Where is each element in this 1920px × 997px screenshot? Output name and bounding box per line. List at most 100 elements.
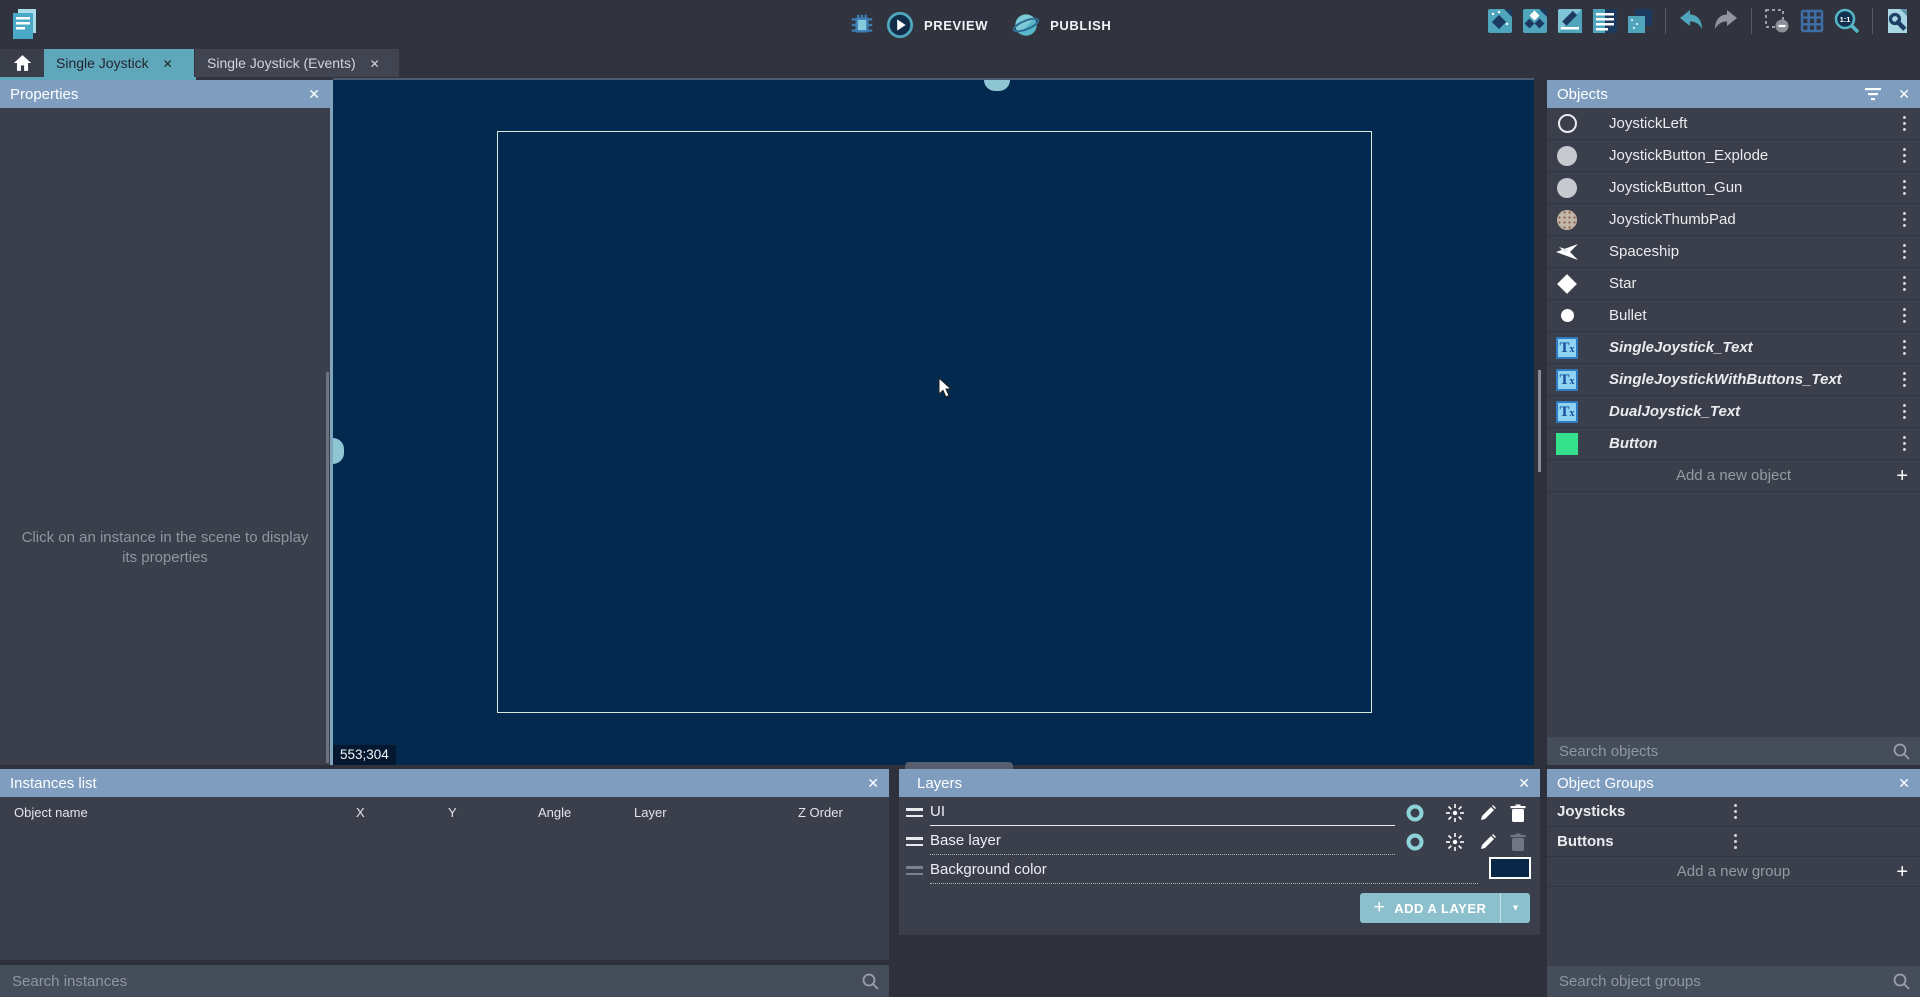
search-instances-input[interactable] — [0, 973, 862, 990]
drag-handle-icon[interactable] — [906, 837, 923, 846]
filter-icon[interactable] — [1864, 87, 1882, 101]
add-object-button[interactable]: Add a new object — [1547, 460, 1920, 492]
zoom-one-to-one-icon[interactable]: 1:1 — [1833, 7, 1861, 35]
background-color-swatch[interactable] — [1489, 857, 1531, 879]
publish-button[interactable]: PUBLISH — [1050, 18, 1111, 33]
object-menu-icon[interactable] — [1899, 176, 1910, 199]
properties-panel-body: Click on an instance in the scene to dis… — [0, 108, 330, 765]
open-layers-panel-icon[interactable] — [1626, 7, 1654, 35]
background-color-label: Background color — [930, 861, 1047, 878]
undo-icon[interactable] — [1677, 7, 1705, 35]
layer-edit-icon[interactable] — [1477, 802, 1499, 824]
layer-delete-icon[interactable] — [1507, 831, 1529, 853]
object-menu-icon[interactable] — [1899, 112, 1910, 135]
toolbar-separator — [1665, 8, 1666, 34]
layer-visibility-icon[interactable] — [1404, 831, 1426, 853]
left-panel-divider[interactable] — [330, 80, 333, 765]
object-groups-list: Joysticks Buttons Add a new group — [1547, 797, 1920, 966]
column-header: Y — [448, 805, 457, 820]
object-row[interactable]: Button — [1547, 428, 1920, 460]
project-manager-icon[interactable] — [10, 7, 40, 46]
object-menu-icon[interactable] — [1899, 336, 1910, 359]
group-row[interactable]: Joysticks — [1547, 797, 1920, 827]
group-menu-icon[interactable] — [1730, 830, 1911, 853]
object-menu-icon[interactable] — [1899, 304, 1910, 327]
object-menu-icon[interactable] — [1899, 432, 1910, 455]
object-row[interactable]: JoystickButton_Gun — [1547, 172, 1920, 204]
open-objects-panel-icon[interactable] — [1486, 7, 1514, 35]
object-row[interactable]: SingleJoystick_Text — [1547, 332, 1920, 364]
object-row[interactable]: JoystickLeft — [1547, 108, 1920, 140]
home-tab[interactable] — [0, 49, 44, 77]
small-circle-icon — [1555, 304, 1579, 328]
object-menu-icon[interactable] — [1899, 208, 1910, 231]
object-row[interactable]: JoystickButton_Explode — [1547, 140, 1920, 172]
object-row[interactable]: SingleJoystickWithButtons_Text — [1547, 364, 1920, 396]
object-menu-icon[interactable] — [1899, 368, 1910, 391]
open-object-groups-panel-icon[interactable] — [1521, 7, 1549, 35]
instances-column-headers: Object name X Y Angle Layer Z Order — [0, 797, 889, 826]
layer-delete-icon[interactable] — [1507, 802, 1529, 824]
tab-close-icon[interactable] — [163, 55, 173, 71]
object-row[interactable]: Star — [1547, 268, 1920, 300]
object-row[interactable]: JoystickThumbPad — [1547, 204, 1920, 236]
close-icon[interactable] — [1898, 86, 1910, 103]
group-menu-icon[interactable] — [1730, 800, 1911, 823]
layer-visibility-icon[interactable] — [1404, 802, 1426, 824]
panel-title: Layers — [909, 775, 962, 792]
layer-row-base: Base layer — [899, 828, 1540, 857]
open-properties-panel-icon[interactable] — [1556, 7, 1584, 35]
object-menu-icon[interactable] — [1899, 144, 1910, 167]
objects-panel-header: Objects — [1547, 80, 1920, 108]
clear-selection-icon[interactable] — [1763, 7, 1791, 35]
object-groups-search — [1547, 966, 1920, 997]
layer-name-field[interactable]: UI — [930, 803, 945, 820]
layer-name-field[interactable]: Base layer — [930, 832, 1001, 849]
object-menu-icon[interactable] — [1899, 240, 1910, 263]
tab-close-icon[interactable] — [370, 55, 380, 71]
preview-play-icon[interactable] — [886, 11, 914, 39]
properties-empty-message: Click on an instance in the scene to dis… — [15, 528, 315, 568]
preview-button[interactable]: PREVIEW — [924, 18, 988, 33]
column-header: Object name — [14, 805, 88, 820]
bottom-resize-handle[interactable] — [905, 762, 1013, 769]
redo-icon[interactable] — [1712, 7, 1740, 35]
group-row[interactable]: Buttons — [1547, 827, 1920, 857]
tab-single-joystick-events[interactable]: Single Joystick (Events) — [195, 49, 399, 77]
search-object-groups-input[interactable] — [1547, 973, 1893, 990]
preview-publish-toolbar: PREVIEW PUBLISH — [848, 6, 1125, 44]
object-row[interactable]: Spaceship — [1547, 236, 1920, 268]
column-header: Angle — [538, 805, 571, 820]
add-group-button[interactable]: Add a new group — [1547, 857, 1920, 887]
add-layer-dropdown[interactable] — [1500, 893, 1530, 923]
object-menu-icon[interactable] — [1899, 400, 1910, 423]
add-layer-button[interactable]: ADD A LAYER — [1360, 893, 1530, 923]
close-icon[interactable] — [1898, 775, 1910, 792]
column-header: Z Order — [798, 805, 843, 820]
layer-effects-icon[interactable] — [1444, 802, 1466, 824]
search-objects-input[interactable] — [1547, 743, 1893, 760]
close-icon[interactable] — [308, 86, 320, 103]
properties-scrollbar[interactable] — [326, 372, 329, 763]
objects-panel-scrollbar[interactable] — [1538, 370, 1541, 472]
gray-circle-icon — [1555, 176, 1579, 200]
toggle-grid-icon[interactable] — [1798, 7, 1826, 35]
panel-title: Objects — [1557, 86, 1608, 103]
drag-handle-icon[interactable] — [906, 808, 923, 817]
tab-single-joystick[interactable]: Single Joystick — [44, 49, 194, 77]
open-instances-list-panel-icon[interactable] — [1591, 7, 1619, 35]
layer-edit-icon[interactable] — [1477, 831, 1499, 853]
layer-effects-icon[interactable] — [1444, 831, 1466, 853]
object-menu-icon[interactable] — [1899, 272, 1910, 295]
mouse-cursor — [938, 377, 954, 404]
object-row[interactable]: DualJoystick_Text — [1547, 396, 1920, 428]
debugger-icon[interactable] — [848, 11, 876, 39]
panel-title: Object Groups — [1557, 775, 1654, 792]
scene-properties-icon[interactable] — [1884, 7, 1912, 35]
text-object-icon — [1555, 336, 1579, 360]
toolbar-separator — [1751, 8, 1752, 34]
object-row[interactable]: Bullet — [1547, 300, 1920, 332]
close-icon[interactable] — [1518, 775, 1530, 792]
publish-planet-icon[interactable] — [1012, 11, 1040, 39]
close-icon[interactable] — [867, 775, 879, 792]
